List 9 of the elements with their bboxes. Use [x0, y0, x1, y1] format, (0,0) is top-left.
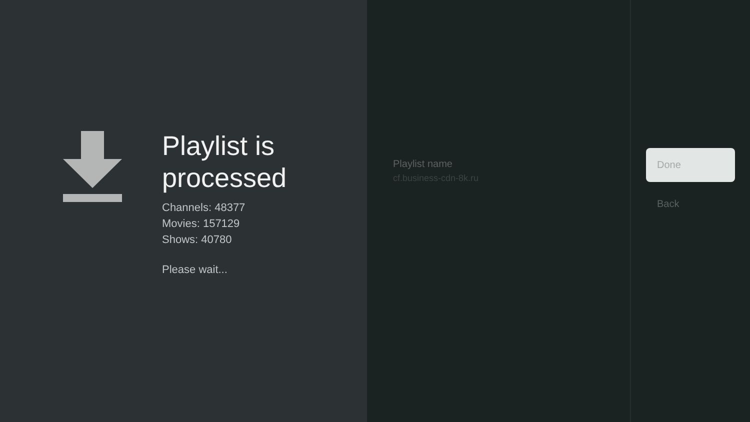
status-title: Playlist is processed — [162, 130, 288, 194]
action-button[interactable]: Done — [646, 148, 735, 182]
wait-message: Please wait... — [162, 263, 228, 278]
stat-text: Shows: 40780 — [162, 233, 233, 248]
stat-text: Movies: 157129 — [162, 217, 241, 232]
playlist-label: Playlist name — [393, 158, 454, 171]
action-button[interactable]: Back — [646, 187, 735, 221]
download-icon — [63, 131, 122, 202]
stat-text: Channels: 48377 — [162, 201, 246, 216]
